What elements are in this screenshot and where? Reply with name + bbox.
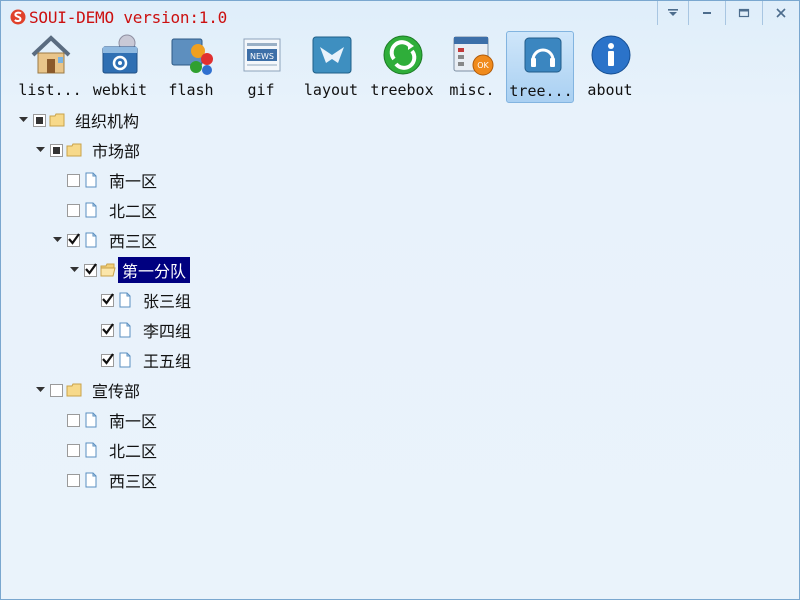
tree-node[interactable]: 西三区 — [50, 465, 161, 495]
minimize-icon — [703, 12, 711, 14]
tree-node-label: 西三区 — [109, 232, 158, 251]
tree-checkbox[interactable] — [33, 113, 46, 127]
tree-node[interactable]: 北二区 — [50, 435, 161, 465]
expand-arrow-icon[interactable] — [67, 263, 81, 277]
tool-list[interactable]: list... — [15, 31, 83, 103]
tree-node[interactable]: 宣传部 — [33, 375, 144, 405]
calculator-icon: OK — [453, 36, 494, 76]
headphones-icon — [524, 37, 562, 73]
tree-node-label: 第一分队 — [118, 257, 191, 283]
tree-node-label: 北二区 — [109, 202, 158, 221]
tree-checkbox[interactable] — [84, 262, 97, 277]
tool-label: webkit — [92, 81, 148, 99]
tree-node-selected[interactable]: 第一分队 — [67, 255, 191, 285]
tree-node[interactable]: 南一区 — [50, 405, 161, 435]
info-icon — [591, 35, 631, 75]
tool-treebox[interactable]: treebox — [367, 31, 435, 103]
soui-logo-icon — [10, 9, 26, 25]
app-window: SOUI-DEMO version:1.0 list... webkit fla… — [0, 0, 800, 600]
menu-button[interactable] — [657, 1, 688, 25]
close-button[interactable] — [762, 1, 799, 25]
maximize-icon — [738, 8, 750, 18]
document-icon — [85, 232, 97, 248]
tree-node-label: 市场部 — [92, 142, 141, 161]
document-icon — [85, 472, 97, 488]
tree-node[interactable]: 王五组 — [101, 345, 195, 375]
tree-checkbox[interactable] — [101, 322, 114, 337]
tree-checkbox[interactable] — [67, 203, 80, 217]
maximize-button[interactable] — [725, 1, 762, 25]
tree-checkbox[interactable] — [101, 352, 114, 367]
document-icon — [119, 292, 131, 308]
tree-checkbox[interactable] — [67, 413, 80, 427]
document-icon — [85, 172, 97, 188]
title-bar[interactable]: SOUI-DEMO version:1.0 — [1, 1, 799, 31]
expand-arrow-icon[interactable] — [33, 383, 47, 397]
tool-label: about — [587, 81, 633, 99]
expand-arrow-icon[interactable] — [16, 113, 30, 127]
tree-node[interactable]: 北二区 — [50, 195, 161, 225]
tool-label: list... — [18, 81, 82, 99]
tool-about[interactable]: about — [575, 31, 643, 103]
tree-checkbox[interactable] — [50, 143, 63, 157]
tree-checkbox[interactable] — [67, 443, 80, 457]
window-title: SOUI-DEMO version:1.0 — [29, 8, 228, 27]
tool-misc[interactable]: OK misc. — [437, 31, 505, 103]
open-folder-icon — [100, 263, 116, 277]
document-icon — [85, 412, 97, 428]
tree-node-label: 南一区 — [109, 412, 158, 431]
tree-node[interactable]: 西三区 — [50, 225, 161, 255]
tree-node[interactable]: 张三组 — [101, 285, 195, 315]
tree-node-label: 南一区 — [109, 172, 158, 191]
document-icon — [119, 322, 131, 338]
expand-arrow-icon[interactable] — [50, 233, 64, 247]
browser-gear-icon — [102, 34, 138, 74]
tree-node-label: 北二区 — [109, 442, 158, 461]
svg-text:NEWS: NEWS — [250, 52, 274, 61]
tree-node-label: 宣传部 — [92, 382, 141, 401]
tool-label: layout — [303, 81, 359, 99]
tree-node-label: 西三区 — [109, 472, 158, 491]
tool-layout[interactable]: layout — [296, 31, 364, 103]
svg-text:OK: OK — [477, 61, 489, 70]
close-icon — [776, 8, 786, 18]
tree-checkbox[interactable] — [67, 473, 80, 487]
tool-label: misc. — [449, 81, 495, 99]
tree-node-label: 张三组 — [143, 292, 192, 311]
expand-arrow-icon[interactable] — [33, 143, 47, 157]
tree-node[interactable]: 南一区 — [50, 165, 161, 195]
tree-node[interactable]: 组织机构 — [16, 105, 143, 135]
tree-checkbox[interactable] — [67, 232, 80, 247]
house-icon — [31, 35, 71, 74]
document-icon — [119, 352, 131, 368]
minimize-button[interactable] — [688, 1, 725, 25]
tree-checkbox[interactable] — [50, 383, 63, 397]
tool-gif[interactable]: NEWS gif — [226, 31, 294, 103]
tool-label: gif — [247, 81, 275, 99]
tree-node[interactable]: 李四组 — [101, 315, 195, 345]
menu-chevron-icon — [668, 9, 678, 16]
folder-icon — [49, 113, 65, 127]
green-refresh-icon — [383, 35, 423, 75]
tree-node-label: 李四组 — [143, 322, 192, 341]
flash-apps-icon — [171, 38, 213, 75]
tool-tree-selected[interactable]: tree... — [506, 31, 574, 103]
tree-node-label: 组织机构 — [75, 112, 140, 131]
tree-node-label: 王五组 — [143, 352, 192, 371]
folder-icon — [66, 143, 82, 157]
tree-checkbox[interactable] — [101, 292, 114, 307]
window-controls — [657, 1, 799, 25]
folder-icon — [66, 383, 82, 397]
tool-label: treebox — [370, 81, 434, 99]
document-icon — [85, 202, 97, 218]
tool-flash[interactable]: flash — [156, 31, 224, 103]
layout-icon — [312, 36, 352, 74]
tool-webkit[interactable]: webkit — [85, 31, 153, 103]
document-icon — [85, 442, 97, 458]
tool-label: flash — [168, 81, 214, 99]
news-icon: NEWS — [243, 38, 281, 72]
tree-checkbox[interactable] — [67, 173, 80, 187]
tool-label: tree... — [509, 82, 573, 100]
tree-node[interactable]: 市场部 — [33, 135, 144, 165]
